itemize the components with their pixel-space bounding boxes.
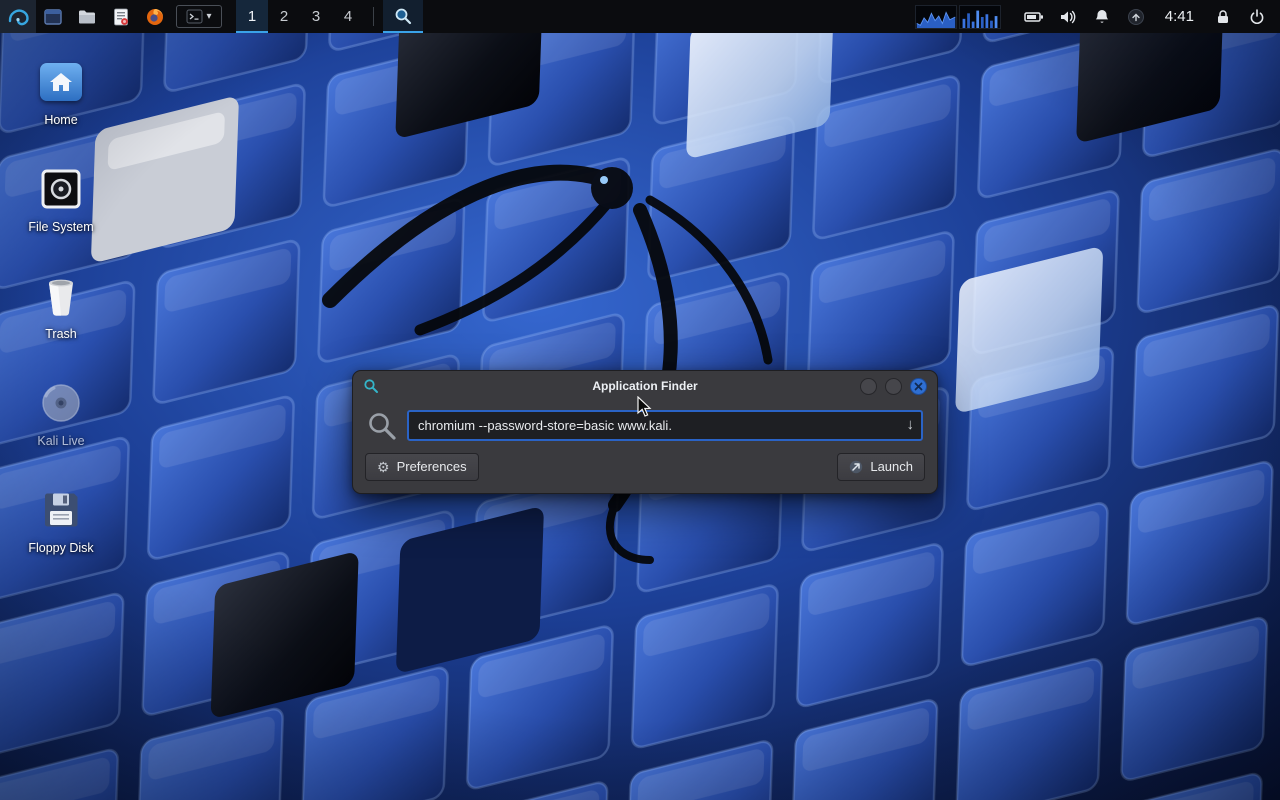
- update-icon: [1127, 8, 1145, 26]
- window-icon: [43, 7, 63, 27]
- window-title: Application Finder: [353, 379, 937, 393]
- top-panel: ▾ 1 2 3 4: [0, 0, 1280, 33]
- launch-icon: [849, 460, 863, 474]
- desktop-icon-kali-live[interactable]: Kali Live: [12, 376, 110, 483]
- home-icon: [40, 63, 82, 101]
- floppy-disk-icon: [41, 490, 81, 530]
- workspace-4-label: 4: [344, 8, 352, 25]
- file-manager-icon: [77, 7, 97, 27]
- battery-indicator[interactable]: [1019, 0, 1049, 33]
- workspace-4[interactable]: 4: [332, 0, 364, 33]
- desktop-icon-label: Trash: [45, 327, 77, 341]
- panel-launchers: ▾ 1 2 3 4: [0, 0, 423, 33]
- close-button[interactable]: [910, 378, 927, 395]
- battery-icon: [1024, 8, 1044, 26]
- notifications[interactable]: [1087, 0, 1117, 33]
- volume-control[interactable]: [1053, 0, 1083, 33]
- workspace-switcher: 1 2 3 4: [236, 0, 364, 33]
- lock-icon: [1214, 8, 1232, 26]
- launcher-window-manager[interactable]: [36, 0, 70, 33]
- preferences-label: Preferences: [397, 459, 467, 474]
- panel-separator: [373, 7, 374, 26]
- file-system-icon: [40, 168, 82, 210]
- screen-lock-button[interactable]: [1208, 0, 1238, 33]
- desktop: ▾ 1 2 3 4: [0, 0, 1280, 800]
- chevron-down-icon: ▾: [206, 12, 211, 22]
- bell-icon: [1093, 8, 1111, 26]
- text-editor-icon: [111, 7, 131, 27]
- clock-time: 4:41: [1165, 8, 1194, 25]
- desktop-icon-label: Home: [44, 113, 77, 127]
- workspace-2-label: 2: [280, 8, 288, 25]
- workspace-1[interactable]: 1: [236, 0, 268, 33]
- volume-icon: [1059, 8, 1077, 26]
- power-icon: [1248, 8, 1266, 26]
- desktop-icon-column: Home File System Trash: [12, 55, 110, 590]
- application-finder-window: Application Finder ↓: [352, 370, 938, 494]
- logout-button[interactable]: [1242, 0, 1272, 33]
- desktop-icon-label: File System: [28, 220, 93, 234]
- launcher-file-manager[interactable]: [70, 0, 104, 33]
- search-entry: ↓: [407, 410, 923, 441]
- close-x-icon: [914, 382, 923, 391]
- panel-tray: 4:41: [915, 0, 1280, 33]
- gear-icon: ⚙: [377, 460, 390, 474]
- minimize-button[interactable]: [860, 378, 877, 395]
- search-icon: [367, 411, 397, 441]
- workspace-2[interactable]: 2: [268, 0, 300, 33]
- desktop-icon-home[interactable]: Home: [12, 55, 110, 162]
- desktop-icon-file-system[interactable]: File System: [12, 162, 110, 269]
- terminal-icon: [186, 8, 203, 25]
- launcher-text-editor[interactable]: [104, 0, 138, 33]
- updates-indicator[interactable]: [1121, 0, 1151, 33]
- window-controls: [860, 378, 937, 395]
- launch-label: Launch: [870, 459, 913, 474]
- network-graph-icon: [959, 5, 1001, 29]
- trash-icon: [41, 275, 81, 317]
- terminal-dropdown-launcher[interactable]: ▾: [176, 5, 222, 28]
- desktop-icon-floppy-disk[interactable]: Floppy Disk: [12, 483, 110, 590]
- kali-logo-icon: [6, 5, 30, 29]
- preferences-button[interactable]: ⚙ Preferences: [365, 453, 479, 481]
- launcher-firefox[interactable]: [138, 0, 172, 33]
- workspace-3-label: 3: [312, 8, 320, 25]
- clock[interactable]: 4:41: [1155, 8, 1204, 25]
- kali-live-disc-icon: [40, 382, 82, 424]
- maximize-button[interactable]: [885, 378, 902, 395]
- system-monitor-graph[interactable]: [915, 5, 1001, 29]
- action-row: ⚙ Preferences Launch: [353, 450, 937, 493]
- search-input[interactable]: [409, 418, 921, 433]
- desktop-icon-trash[interactable]: Trash: [12, 269, 110, 376]
- mouse-cursor: [637, 396, 653, 418]
- desktop-icon-label: Kali Live: [37, 434, 84, 448]
- kali-menu-button[interactable]: [0, 0, 36, 33]
- taskbar-application-finder[interactable]: [383, 0, 423, 33]
- launch-button[interactable]: Launch: [837, 453, 925, 481]
- workspace-3[interactable]: 3: [300, 0, 332, 33]
- cpu-graph-icon: [915, 5, 957, 29]
- workspace-1-label: 1: [248, 8, 256, 25]
- desktop-icon-label: Floppy Disk: [28, 541, 93, 555]
- firefox-icon: [145, 7, 165, 27]
- app-finder-task-icon: [394, 7, 412, 25]
- entry-dropdown-arrow-icon[interactable]: ↓: [907, 416, 915, 433]
